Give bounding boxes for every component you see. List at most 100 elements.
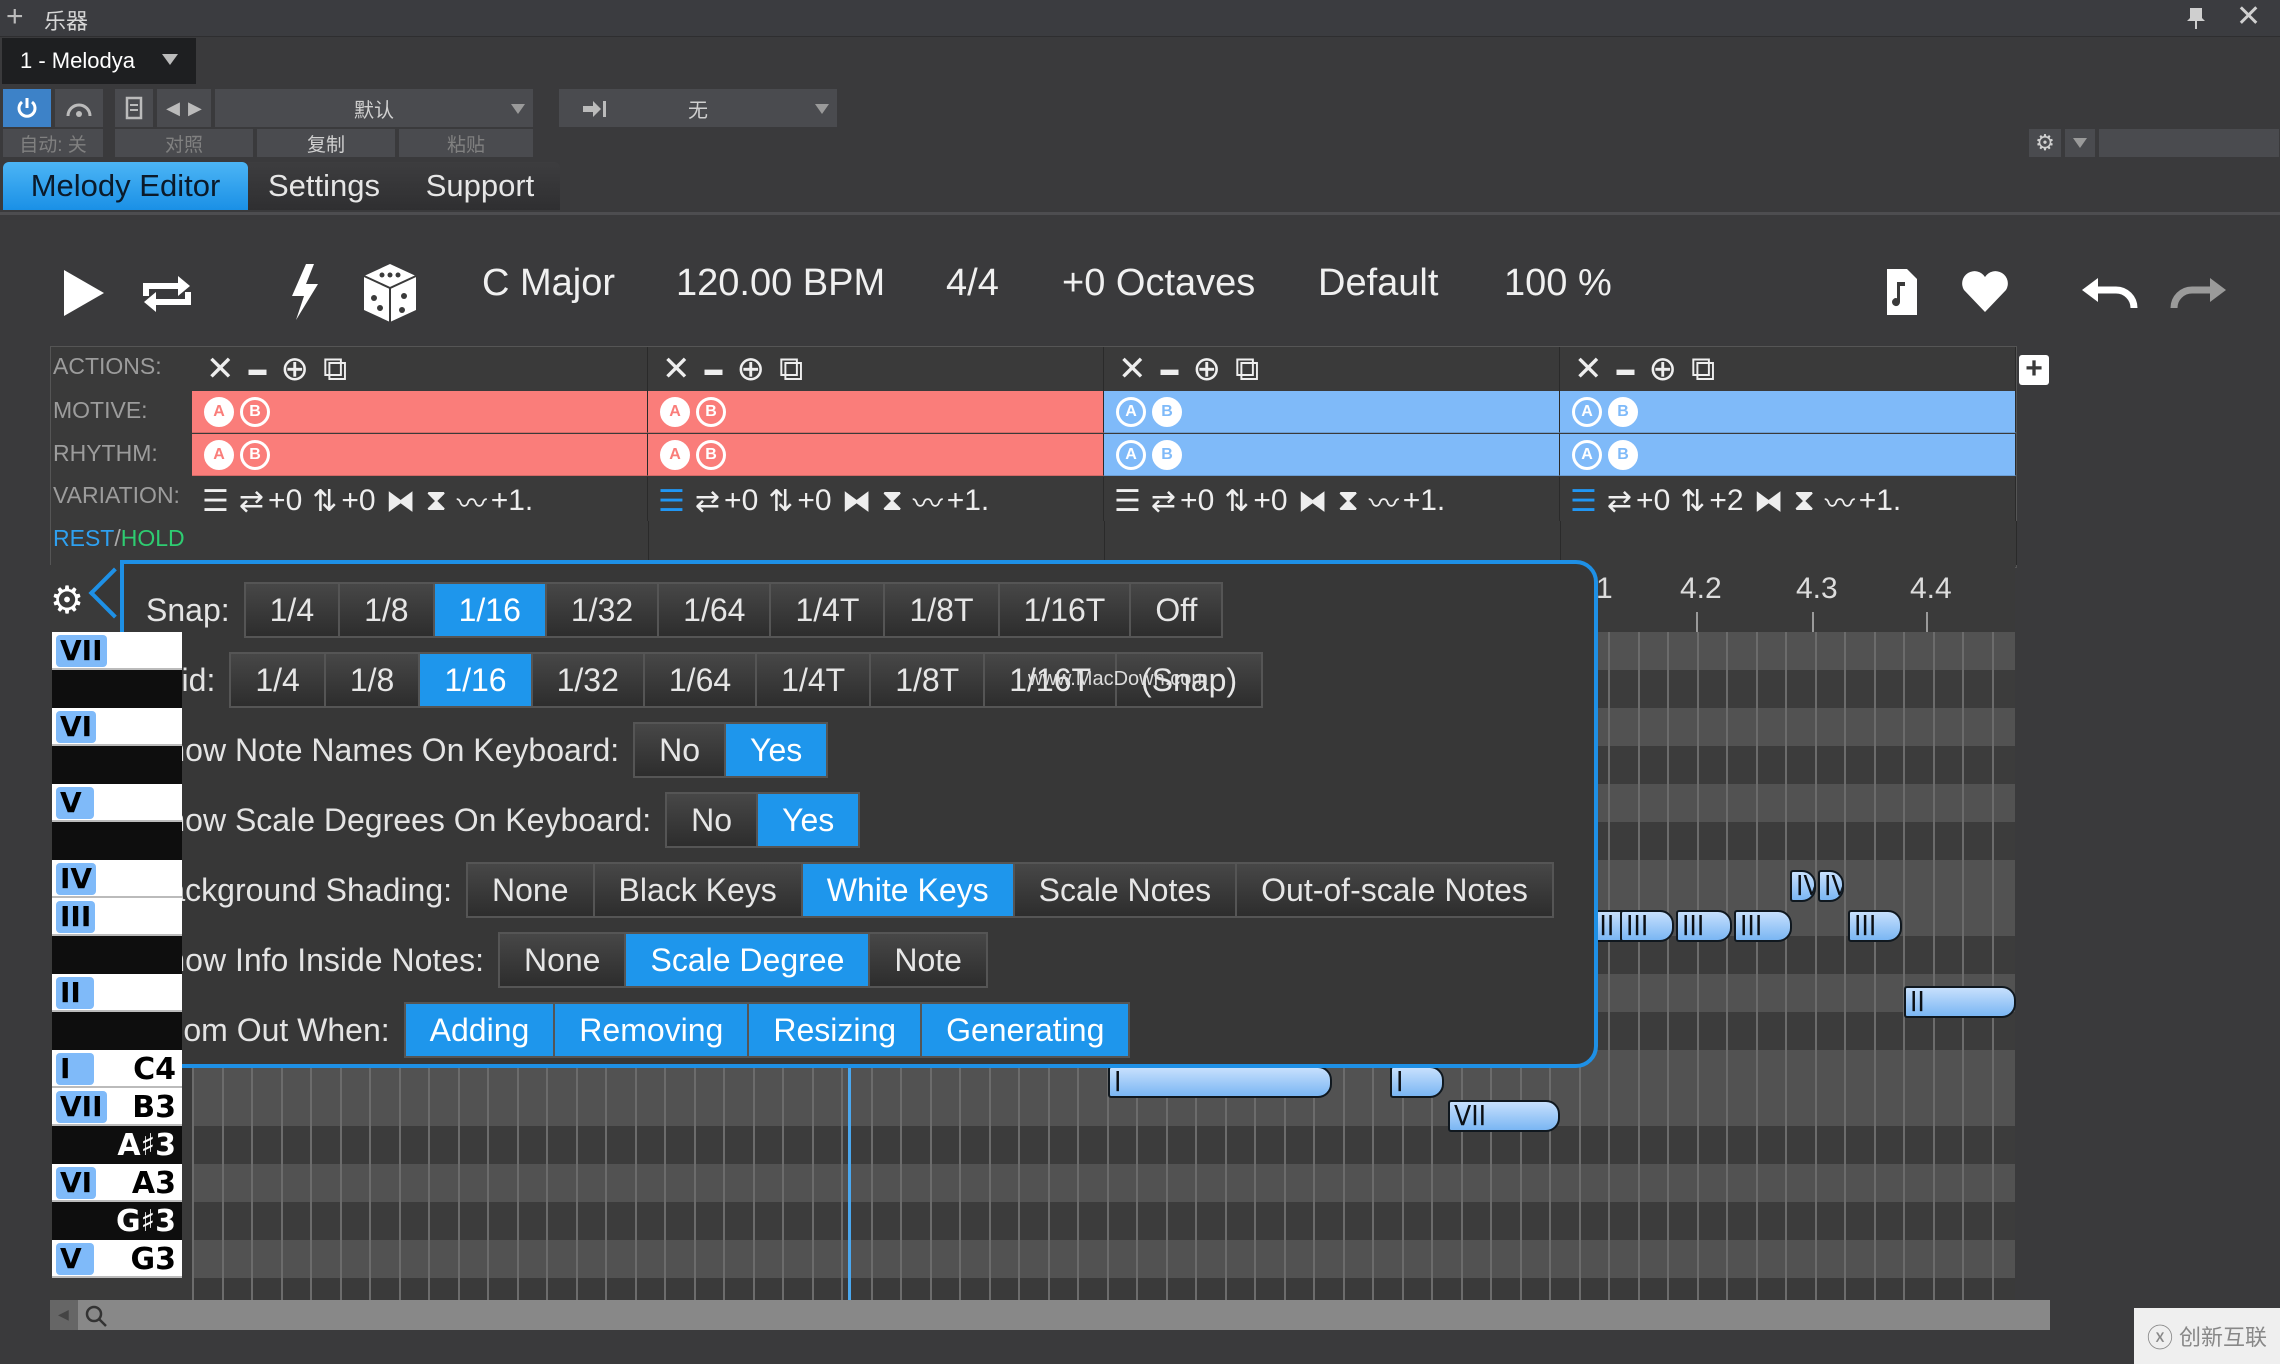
note-block[interactable]: III	[1676, 910, 1732, 942]
variation-value[interactable]: +0	[797, 484, 831, 518]
snap-option[interactable]: 1/8T	[885, 584, 1000, 636]
minimize-icon[interactable]: ▬	[1617, 359, 1635, 380]
swap-icon[interactable]: ⇄	[1151, 484, 1176, 519]
snap-option[interactable]: Off	[1131, 584, 1222, 636]
piano-key[interactable]: IV	[52, 860, 182, 898]
list-icon[interactable]: ☰	[1570, 484, 1597, 519]
rhythm-cell[interactable]: AB	[648, 434, 1104, 476]
style-preset[interactable]: Default	[1318, 262, 1438, 305]
gear-icon[interactable]: ⚙	[50, 578, 84, 623]
background-shading-option[interactable]: Scale Notes	[1014, 864, 1238, 916]
motive-a-button[interactable]: A	[1572, 397, 1602, 427]
note-names-option[interactable]: No	[635, 724, 727, 776]
grid-option[interactable]: 1/64	[644, 654, 758, 706]
variation-value[interactable]: +0	[1636, 484, 1670, 518]
piano-key[interactable]	[52, 822, 182, 860]
redo-icon[interactable]	[2166, 276, 2228, 312]
tab-melody-editor[interactable]: Melody Editor	[3, 162, 248, 210]
prev-preset-icon[interactable]: ◀	[166, 98, 180, 119]
background-shading-option[interactable]: Out-of-scale Notes	[1237, 864, 1552, 916]
variation-value[interactable]: +1.	[491, 484, 534, 518]
copy-button[interactable]: 复制	[256, 128, 396, 158]
gear-icon[interactable]: ⚙	[2028, 128, 2062, 158]
next-preset-icon[interactable]: ▶	[188, 98, 202, 119]
grid-lane[interactable]	[192, 1164, 2015, 1202]
octave-shift[interactable]: +0 Octaves	[1062, 262, 1255, 305]
zoom-icon[interactable]	[84, 1304, 108, 1328]
snap-option[interactable]: 1/4	[245, 584, 341, 636]
snap-option[interactable]: 1/16T	[999, 584, 1132, 636]
instrument-selector[interactable]: 1 - Melodya	[2, 38, 196, 84]
variation-value[interactable]: +2	[1709, 484, 1743, 518]
add-icon[interactable]: ⊕	[1193, 349, 1222, 389]
mirror-icon[interactable]: ⧓	[842, 484, 872, 519]
delete-icon[interactable]: ✕	[1574, 349, 1603, 389]
tab-settings[interactable]: Settings	[248, 162, 400, 210]
rhythm-a-button[interactable]: A	[1116, 440, 1146, 470]
zoom-out-when-option[interactable]: Removing	[555, 1004, 750, 1056]
list-icon[interactable]: ☰	[1114, 484, 1141, 519]
rest-hold-cell[interactable]	[192, 521, 649, 565]
invert-icon[interactable]: ⧗	[1794, 484, 1815, 518]
curve-icon[interactable]: 〰	[913, 479, 943, 523]
note-block[interactable]: I	[1390, 1066, 1444, 1098]
preset-list-button[interactable]	[114, 88, 154, 128]
motive-cell[interactable]: AB	[648, 391, 1104, 433]
routing-dropdown[interactable]: 无	[558, 88, 838, 128]
snap-option[interactable]: 1/32	[546, 584, 660, 636]
snap-option[interactable]: 1/16	[434, 584, 547, 636]
variation-value[interactable]: +1.	[1403, 484, 1446, 518]
horizontal-scrollbar[interactable]: ◀	[50, 1300, 2050, 1330]
auto-toggle[interactable]: 自动: 关	[2, 128, 104, 158]
note-block[interactable]: I	[1108, 1066, 1332, 1098]
rhythm-b-button[interactable]: B	[696, 440, 726, 470]
motive-a-button[interactable]: A	[660, 397, 690, 427]
pin-icon[interactable]	[2186, 6, 2206, 30]
swap-icon[interactable]: ⇄	[695, 484, 720, 519]
scale-degrees-option[interactable]: Yes	[758, 794, 859, 846]
loop-icon[interactable]	[138, 270, 196, 318]
grid-option[interactable]: 1/32	[532, 654, 645, 706]
grid-option[interactable]: 1/8T	[871, 654, 986, 706]
background-shading-option[interactable]: Black Keys	[594, 864, 803, 916]
grid-option[interactable]: 1/4T	[757, 654, 872, 706]
bpm-field[interactable]: 120.00 BPM	[676, 262, 885, 305]
transpose-icon[interactable]: ⇅	[1224, 484, 1249, 519]
grid-lane[interactable]	[192, 1240, 2015, 1278]
duplicate-icon[interactable]: ⧉	[323, 350, 347, 389]
piano-key[interactable]: II	[52, 974, 182, 1012]
piano-key[interactable]: VII B3	[52, 1088, 182, 1126]
curve-icon[interactable]: 〰	[1825, 479, 1855, 523]
heart-icon[interactable]	[1960, 270, 2010, 314]
motive-a-button[interactable]: A	[204, 397, 234, 427]
variation-value[interactable]: +1.	[1859, 484, 1902, 518]
variation-value[interactable]: +1.	[947, 484, 990, 518]
rhythm-a-button[interactable]: A	[204, 440, 234, 470]
piano-key[interactable]	[52, 1012, 182, 1050]
curve-icon[interactable]: 〰	[1369, 479, 1399, 523]
piano-key[interactable]: VII	[52, 632, 182, 670]
variation-value[interactable]: +0	[1253, 484, 1287, 518]
lightning-icon[interactable]	[288, 262, 322, 322]
list-icon[interactable]: ☰	[658, 484, 685, 519]
rhythm-b-button[interactable]: B	[1152, 440, 1182, 470]
rhythm-a-button[interactable]: A	[660, 440, 690, 470]
delete-icon[interactable]: ✕	[662, 349, 691, 389]
piano-key[interactable]: VI A3	[52, 1164, 182, 1202]
motive-a-button[interactable]: A	[1116, 397, 1146, 427]
piano-key[interactable]: V	[52, 784, 182, 822]
scale-degrees-option[interactable]: No	[667, 794, 759, 846]
zoom-out-when-option[interactable]: Resizing	[749, 1004, 923, 1056]
delete-icon[interactable]: ✕	[206, 349, 235, 389]
rhythm-cell[interactable]: AB	[1560, 434, 2016, 476]
note-block[interactable]: III	[1734, 910, 1792, 942]
motive-cell[interactable]: AB	[192, 391, 648, 433]
minimize-icon[interactable]: ▬	[249, 359, 267, 380]
piano-key[interactable]: I C4	[52, 1050, 182, 1088]
preset-nav[interactable]: ◀ ▶	[156, 88, 212, 128]
variation-value[interactable]: +0	[268, 484, 302, 518]
rhythm-b-button[interactable]: B	[240, 440, 270, 470]
note-block[interactable]: IV	[1818, 870, 1844, 902]
piano-key[interactable]	[52, 936, 182, 974]
snap-option[interactable]: 1/64	[659, 584, 772, 636]
